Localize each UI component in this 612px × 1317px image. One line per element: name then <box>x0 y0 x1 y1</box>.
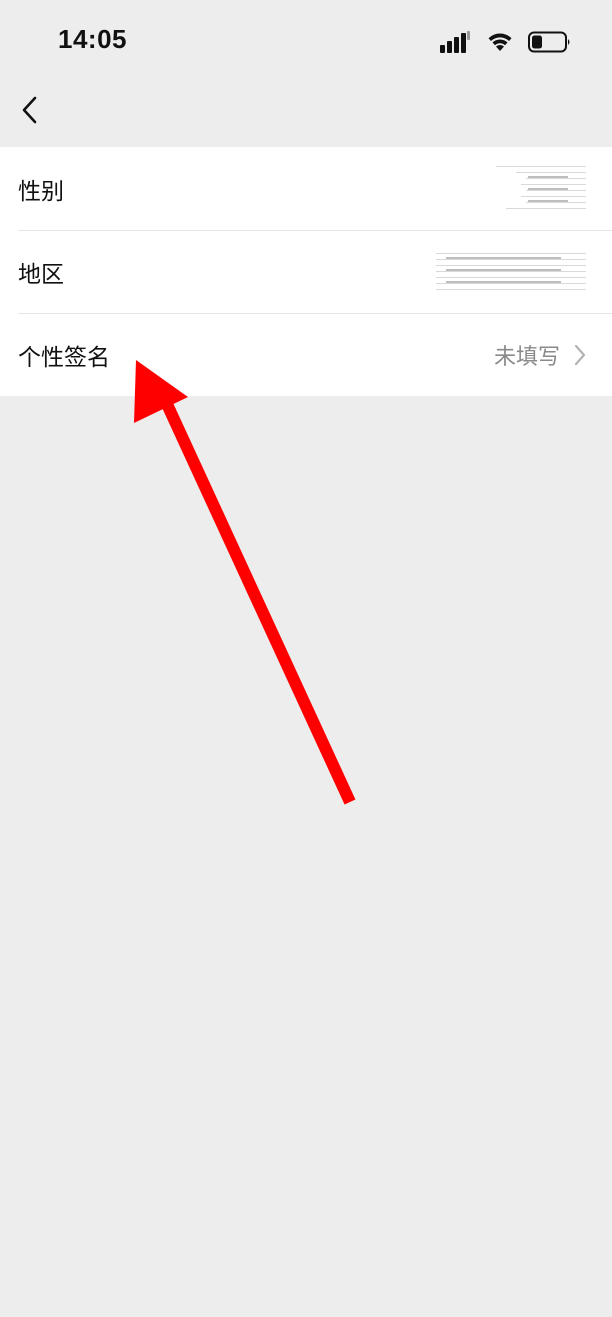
redacted-value-pattern <box>496 165 586 209</box>
row-value-region-redacted <box>436 243 586 301</box>
row-label-gender: 性别 <box>18 178 64 205</box>
row-label-signature: 个性签名 <box>18 344 110 371</box>
settings-list: 性别 地区 个性签名 未填写 <box>0 147 612 396</box>
chevron-right-icon <box>574 344 586 365</box>
nav-bar <box>0 80 612 146</box>
chevron-left-icon <box>22 96 37 124</box>
signal-bars-icon <box>440 31 470 53</box>
redacted-value-pattern <box>436 252 586 290</box>
settings-row-signature[interactable]: 个性签名 未填写 <box>0 313 612 396</box>
status-icons <box>440 28 572 56</box>
row-value-signature: 未填写 <box>493 344 560 370</box>
status-time: 14:05 <box>58 24 127 54</box>
settings-row-region[interactable]: 地区 <box>0 230 612 313</box>
row-value-gender-redacted <box>436 160 586 218</box>
settings-row-gender[interactable]: 性别 <box>0 147 612 230</box>
battery-icon <box>528 31 570 53</box>
status-bar: 14:05 <box>0 0 612 80</box>
back-button[interactable] <box>12 92 48 128</box>
row-label-region: 地区 <box>18 261 64 288</box>
annotation-arrow-shaft <box>160 399 356 805</box>
wifi-icon <box>488 33 512 51</box>
